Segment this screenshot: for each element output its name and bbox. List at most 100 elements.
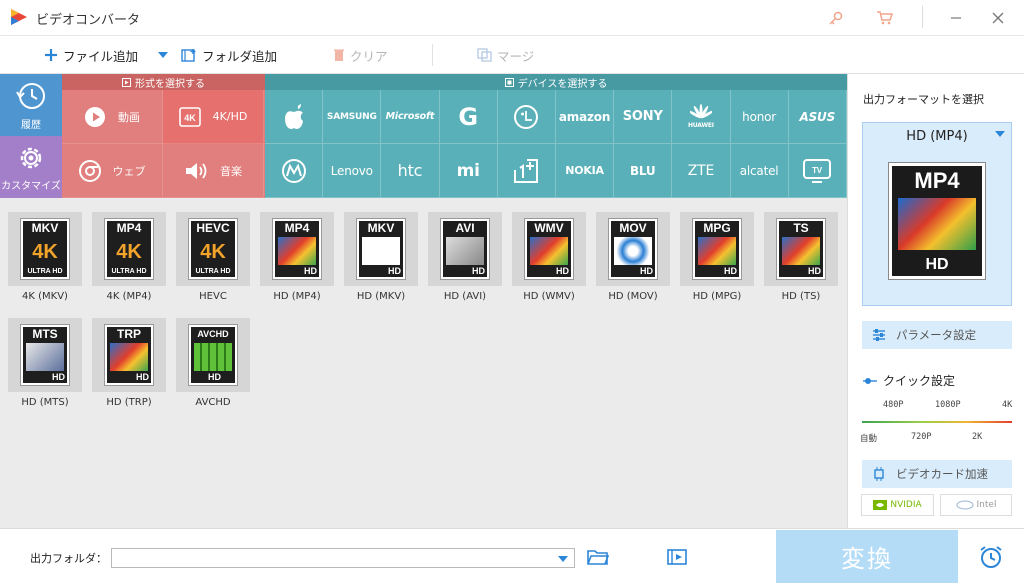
- minimize-button[interactable]: [943, 6, 969, 30]
- customize-button[interactable]: カスタマイズ: [0, 136, 62, 198]
- parameter-settings-button[interactable]: パラメータ設定: [862, 321, 1012, 349]
- format-tile-hd-mp4[interactable]: MP4 HD HD (MP4): [260, 212, 334, 306]
- device-tv-button[interactable]: TV: [788, 144, 847, 198]
- format-tile-label: HD (TS): [781, 291, 821, 302]
- mp4-4k-icon: MP4 4K ULTRA HD: [105, 219, 153, 279]
- device-icon: [504, 77, 514, 87]
- browse-folder-button[interactable]: [586, 546, 610, 568]
- alarm-clock-icon: [980, 545, 1002, 568]
- format-tile-hevc[interactable]: HEVC 4K ULTRA HD HEVC: [176, 212, 250, 306]
- device-oneplus-button[interactable]: 1+: [497, 144, 556, 198]
- format-4khd-label: 4K/HD: [212, 110, 248, 123]
- format-tile-hd-mts[interactable]: MTS HD HD (MTS): [8, 318, 82, 412]
- 4k-icon: 4K: [178, 106, 201, 127]
- device-section: デバイスを選択する SAMSUNG Microsoft G LG amazon …: [265, 74, 847, 198]
- format-4khd-button[interactable]: 4K 4K/HD: [163, 90, 264, 144]
- device-xiaomi-button[interactable]: mi: [439, 144, 498, 198]
- device-blu-button[interactable]: BLU: [614, 144, 673, 198]
- device-sony-button[interactable]: SONY: [614, 90, 673, 144]
- format-tile-hd-avi[interactable]: AVI HD HD (AVI): [428, 212, 502, 306]
- slider-handle-icon: [863, 377, 877, 384]
- amazon-logo: amazon: [558, 109, 611, 124]
- merge-button[interactable]: マージ: [477, 45, 534, 65]
- format-tile-hd-trp[interactable]: TRP HD HD (TRP): [92, 318, 166, 412]
- open-output-folder-button[interactable]: [666, 546, 690, 568]
- device-alcatel-button[interactable]: alcatel: [730, 144, 789, 198]
- device-honor-button[interactable]: honor: [730, 90, 789, 144]
- output-format-selector[interactable]: HD (MP4) MP4 HD: [862, 122, 1012, 306]
- bottom-bar: 出力フォルダ： 変換: [0, 528, 1024, 583]
- device-samsung-button[interactable]: SAMSUNG: [323, 90, 382, 144]
- close-button[interactable]: [985, 6, 1011, 30]
- slider-track[interactable]: [862, 421, 1012, 423]
- output-folder-input[interactable]: [111, 548, 575, 568]
- device-zte-button[interactable]: ZTE: [672, 144, 731, 198]
- format-tile-hd-mpg[interactable]: MPG HD HD (MPG): [680, 212, 754, 306]
- add-file-dropdown[interactable]: [158, 45, 168, 65]
- intel-icon: [956, 500, 974, 510]
- schedule-button[interactable]: [958, 530, 1024, 583]
- device-motorola-button[interactable]: [265, 144, 324, 198]
- device-apple-button[interactable]: [265, 90, 324, 144]
- title-separator: [922, 6, 923, 28]
- chevron-down-icon[interactable]: [558, 556, 568, 562]
- sliders-icon: [873, 329, 885, 341]
- slider-tick-480p: 480P: [883, 400, 904, 410]
- device-section-title: デバイスを選択する: [517, 78, 608, 90]
- wmv-hd-icon: WMV HD: [525, 219, 573, 279]
- intel-label: Intel: [976, 500, 997, 510]
- history-label: 履歴: [21, 119, 41, 131]
- add-file-button[interactable]: ファイル追加: [44, 45, 138, 65]
- key-icon[interactable]: [823, 6, 849, 30]
- intel-button[interactable]: Intel: [940, 494, 1012, 516]
- gpu-acceleration-button[interactable]: ビデオカード加速: [862, 460, 1012, 488]
- tv-label: TV: [812, 166, 823, 175]
- format-tile-label: HD (MPG): [692, 291, 742, 302]
- format-tile-hd-mkv[interactable]: MKV HD HD (MKV): [344, 212, 418, 306]
- gpu-acceleration-label: ビデオカード加速: [896, 467, 988, 481]
- format-section-header: 形式を選択する: [62, 74, 265, 90]
- format-tile-label: AVCHD: [195, 397, 231, 408]
- quality-slider[interactable]: 480P 1080P 4K 自動 720P 2K: [860, 396, 1012, 444]
- add-folder-button[interactable]: フォルダ追加: [181, 45, 277, 65]
- hevc-4k-icon: HEVC 4K ULTRA HD: [189, 219, 237, 279]
- merge-label: マージ: [497, 48, 535, 64]
- apple-icon: [284, 103, 303, 129]
- mpg-hd-icon: MPG HD: [693, 219, 741, 279]
- format-tile-hd-ts[interactable]: TS HD HD (TS): [764, 212, 838, 306]
- nokia-logo: NOKIA: [565, 164, 604, 177]
- format-video-button[interactable]: 動画: [62, 90, 163, 144]
- device-huawei-button[interactable]: HUAWEI: [672, 90, 731, 144]
- device-nokia-button[interactable]: NOKIA: [555, 144, 615, 198]
- format-tile-label: HD (MKV): [356, 291, 406, 302]
- history-button[interactable]: 履歴: [0, 74, 62, 136]
- folder-add-icon: [181, 49, 196, 62]
- format-section: 形式を選択する 動画 4K 4K/HD ウェブ 音楽: [62, 74, 265, 198]
- format-tile-avchd[interactable]: AVCHD HD AVCHD: [176, 318, 250, 412]
- history-clock-icon: [16, 82, 45, 109]
- title-bar: ビデオコンバータ: [0, 0, 1024, 36]
- device-htc-button[interactable]: htc: [381, 144, 440, 198]
- device-asus-button[interactable]: ASUS: [788, 90, 847, 144]
- cart-icon[interactable]: [871, 6, 897, 30]
- mp4-hd-icon: MP4 HD: [273, 219, 321, 279]
- device-google-button[interactable]: G: [439, 90, 498, 144]
- add-folder-label: フォルダ追加: [202, 48, 278, 64]
- format-tile-hd-wmv[interactable]: WMV HD HD (WMV): [512, 212, 586, 306]
- format-tile-hd-mov[interactable]: MOV HD HD (MOV): [596, 212, 670, 306]
- format-tile-4k-mkv[interactable]: MKV 4K ULTRA HD 4K (MKV): [8, 212, 82, 306]
- format-tile-label: HD (MP4): [273, 291, 321, 302]
- format-music-button[interactable]: 音楽: [163, 144, 264, 198]
- convert-button[interactable]: 変換: [776, 530, 958, 583]
- format-web-button[interactable]: ウェブ: [62, 144, 163, 198]
- device-lg-button[interactable]: LG: [497, 90, 556, 144]
- device-lenovo-button[interactable]: Lenovo: [323, 144, 382, 198]
- avi-hd-icon: AVI HD: [441, 219, 489, 279]
- device-amazon-button[interactable]: amazon: [555, 90, 615, 144]
- nvidia-button[interactable]: NVIDIA: [861, 494, 934, 516]
- format-tile-label: HD (MOV): [608, 291, 658, 302]
- xiaomi-logo: mi: [456, 160, 480, 181]
- format-tile-4k-mp4[interactable]: MP4 4K ULTRA HD 4K (MP4): [92, 212, 166, 306]
- device-microsoft-button[interactable]: Microsoft: [381, 90, 440, 144]
- clear-button[interactable]: クリア: [333, 45, 388, 65]
